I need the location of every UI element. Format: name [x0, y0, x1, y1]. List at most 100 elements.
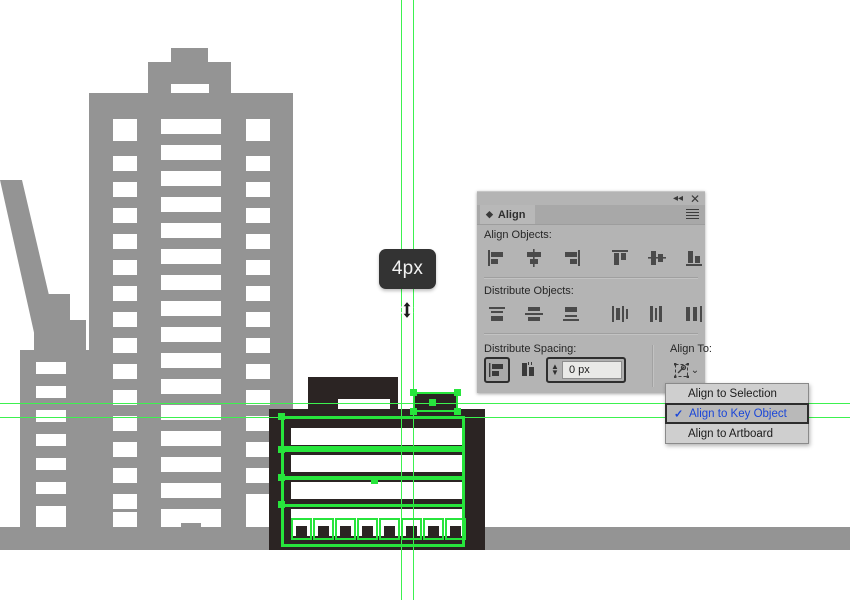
menu-item-align-to-key-object[interactable]: ✓ Align to Key Object — [665, 403, 809, 424]
selection-figure[interactable] — [379, 518, 400, 540]
selection-center-point[interactable] — [371, 477, 378, 484]
building-window — [113, 468, 137, 483]
align-vertical-top-icon[interactable] — [607, 245, 633, 271]
selection-figure[interactable] — [357, 518, 378, 540]
building-window — [246, 364, 270, 379]
building-window — [113, 442, 137, 457]
building-window — [161, 457, 221, 472]
spacing-input-group[interactable]: ▲ ▼ 0 px — [546, 357, 626, 383]
editor-canvas[interactable]: 4px ◂◂ ✕ ◆ Align Align Objects: Distribu… — [0, 0, 850, 600]
building-window — [161, 119, 221, 134]
building-window — [113, 364, 137, 379]
distribute-horizontal-left-icon[interactable] — [607, 301, 633, 327]
close-icon[interactable]: ✕ — [690, 192, 700, 206]
building-window — [246, 416, 270, 431]
align-horizontal-left-icon[interactable] — [484, 245, 510, 271]
selection-figure[interactable] — [445, 518, 466, 540]
distribute-vertical-top-icon[interactable] — [484, 301, 510, 327]
small-tower-window — [36, 362, 66, 374]
panel-title-bar[interactable]: ◂◂ ✕ — [477, 191, 705, 206]
align-objects-label: Align Objects: — [484, 229, 552, 241]
selection-figure[interactable] — [401, 518, 422, 540]
distribute-vertical-center-icon[interactable] — [521, 301, 547, 327]
building-window — [113, 312, 137, 327]
align-horizontal-right-icon[interactable] — [558, 245, 584, 271]
small-tower-window — [36, 458, 66, 470]
building-window — [161, 301, 221, 316]
collapse-double-chevron-icon[interactable]: ◂◂ — [673, 193, 683, 205]
selection-anchor[interactable] — [410, 389, 417, 396]
building-window — [246, 442, 270, 457]
align-vertical-center-icon[interactable] — [644, 245, 670, 271]
spacing-input[interactable]: 0 px — [562, 361, 622, 379]
panel-tab-strip[interactable]: ◆ Align — [477, 205, 705, 225]
building-window — [246, 312, 270, 327]
distribute-horizontal-spacing-icon[interactable] — [517, 357, 541, 383]
building-window — [246, 156, 270, 171]
distribute-vertical-spacing-icon[interactable] — [484, 357, 510, 383]
distribute-horizontal-right-icon[interactable] — [681, 301, 707, 327]
stepper-down-icon[interactable]: ▼ — [551, 369, 559, 377]
panel-diamond-icon: ◆ — [486, 209, 493, 219]
building-window — [113, 234, 137, 249]
align-to-key-object-button[interactable]: ⌄ — [670, 358, 702, 382]
building-window — [246, 234, 270, 249]
menu-item-label: Align to Selection — [688, 387, 777, 400]
align-to-key-object-icon — [673, 362, 689, 378]
selection-anchor[interactable] — [278, 501, 285, 508]
selection-anchor[interactable] — [410, 408, 417, 415]
selection-figure[interactable] — [313, 518, 334, 540]
selection-anchor[interactable] — [454, 389, 461, 396]
measurement-value: 4px — [391, 258, 424, 279]
dark-building-roof-window — [338, 399, 390, 409]
menu-item-align-to-artboard[interactable]: Align to Artboard — [666, 424, 808, 443]
building-window — [246, 468, 270, 483]
building-window — [161, 171, 221, 186]
selection-figure[interactable] — [291, 518, 312, 540]
tab-align-label: Align — [497, 208, 526, 221]
spacing-stepper[interactable]: ▲ ▼ — [548, 363, 562, 377]
panel-vertical-separator — [652, 345, 654, 387]
distribute-vertical-bottom-icon[interactable] — [558, 301, 584, 327]
distribute-spacing-label: Distribute Spacing: — [484, 343, 577, 355]
panel-divider — [484, 277, 698, 279]
selection-anchor[interactable] — [278, 474, 285, 481]
selection-anchor[interactable] — [278, 446, 285, 453]
small-tower-window — [36, 482, 66, 494]
distribute-horizontal-center-icon[interactable] — [644, 301, 670, 327]
building-window — [161, 223, 221, 238]
selection-figure[interactable] — [335, 518, 356, 540]
selection-anchor[interactable] — [278, 413, 285, 420]
building-window — [246, 208, 270, 223]
tab-align[interactable]: ◆ Align — [480, 205, 536, 224]
building-window — [161, 379, 221, 394]
check-icon: ✓ — [674, 408, 684, 420]
align-to-dropdown-menu[interactable]: Align to Selection ✓ Align to Key Object… — [665, 383, 809, 444]
building-window — [161, 431, 221, 446]
align-horizontal-center-icon[interactable] — [521, 245, 547, 271]
selection-box-band-1[interactable] — [281, 416, 465, 449]
small-tower-window — [36, 506, 66, 528]
measurement-tooltip: 4px — [379, 249, 436, 289]
small-tower-window — [36, 410, 66, 422]
panel-options-hamburger-icon[interactable] — [686, 209, 699, 220]
panel-divider — [484, 333, 698, 335]
building-window — [161, 249, 221, 264]
menu-item-label: Align to Key Object — [689, 407, 787, 420]
building-window — [113, 260, 137, 275]
chevron-down-icon[interactable]: ⌄ — [691, 365, 699, 376]
building-window — [161, 327, 221, 342]
menu-item-align-to-selection[interactable]: Align to Selection — [666, 384, 808, 403]
building-window — [246, 119, 270, 141]
menu-item-label: Align to Artboard — [688, 427, 774, 440]
building-window — [161, 275, 221, 290]
building-window — [246, 286, 270, 301]
selection-figure[interactable] — [423, 518, 444, 540]
align-to-label: Align To: — [670, 343, 712, 355]
selection-center-point[interactable] — [429, 399, 436, 406]
building-window — [246, 338, 270, 353]
building-window — [161, 197, 221, 212]
selection-anchor[interactable] — [454, 408, 461, 415]
align-vertical-bottom-icon[interactable] — [681, 245, 707, 271]
building-window — [113, 156, 137, 171]
